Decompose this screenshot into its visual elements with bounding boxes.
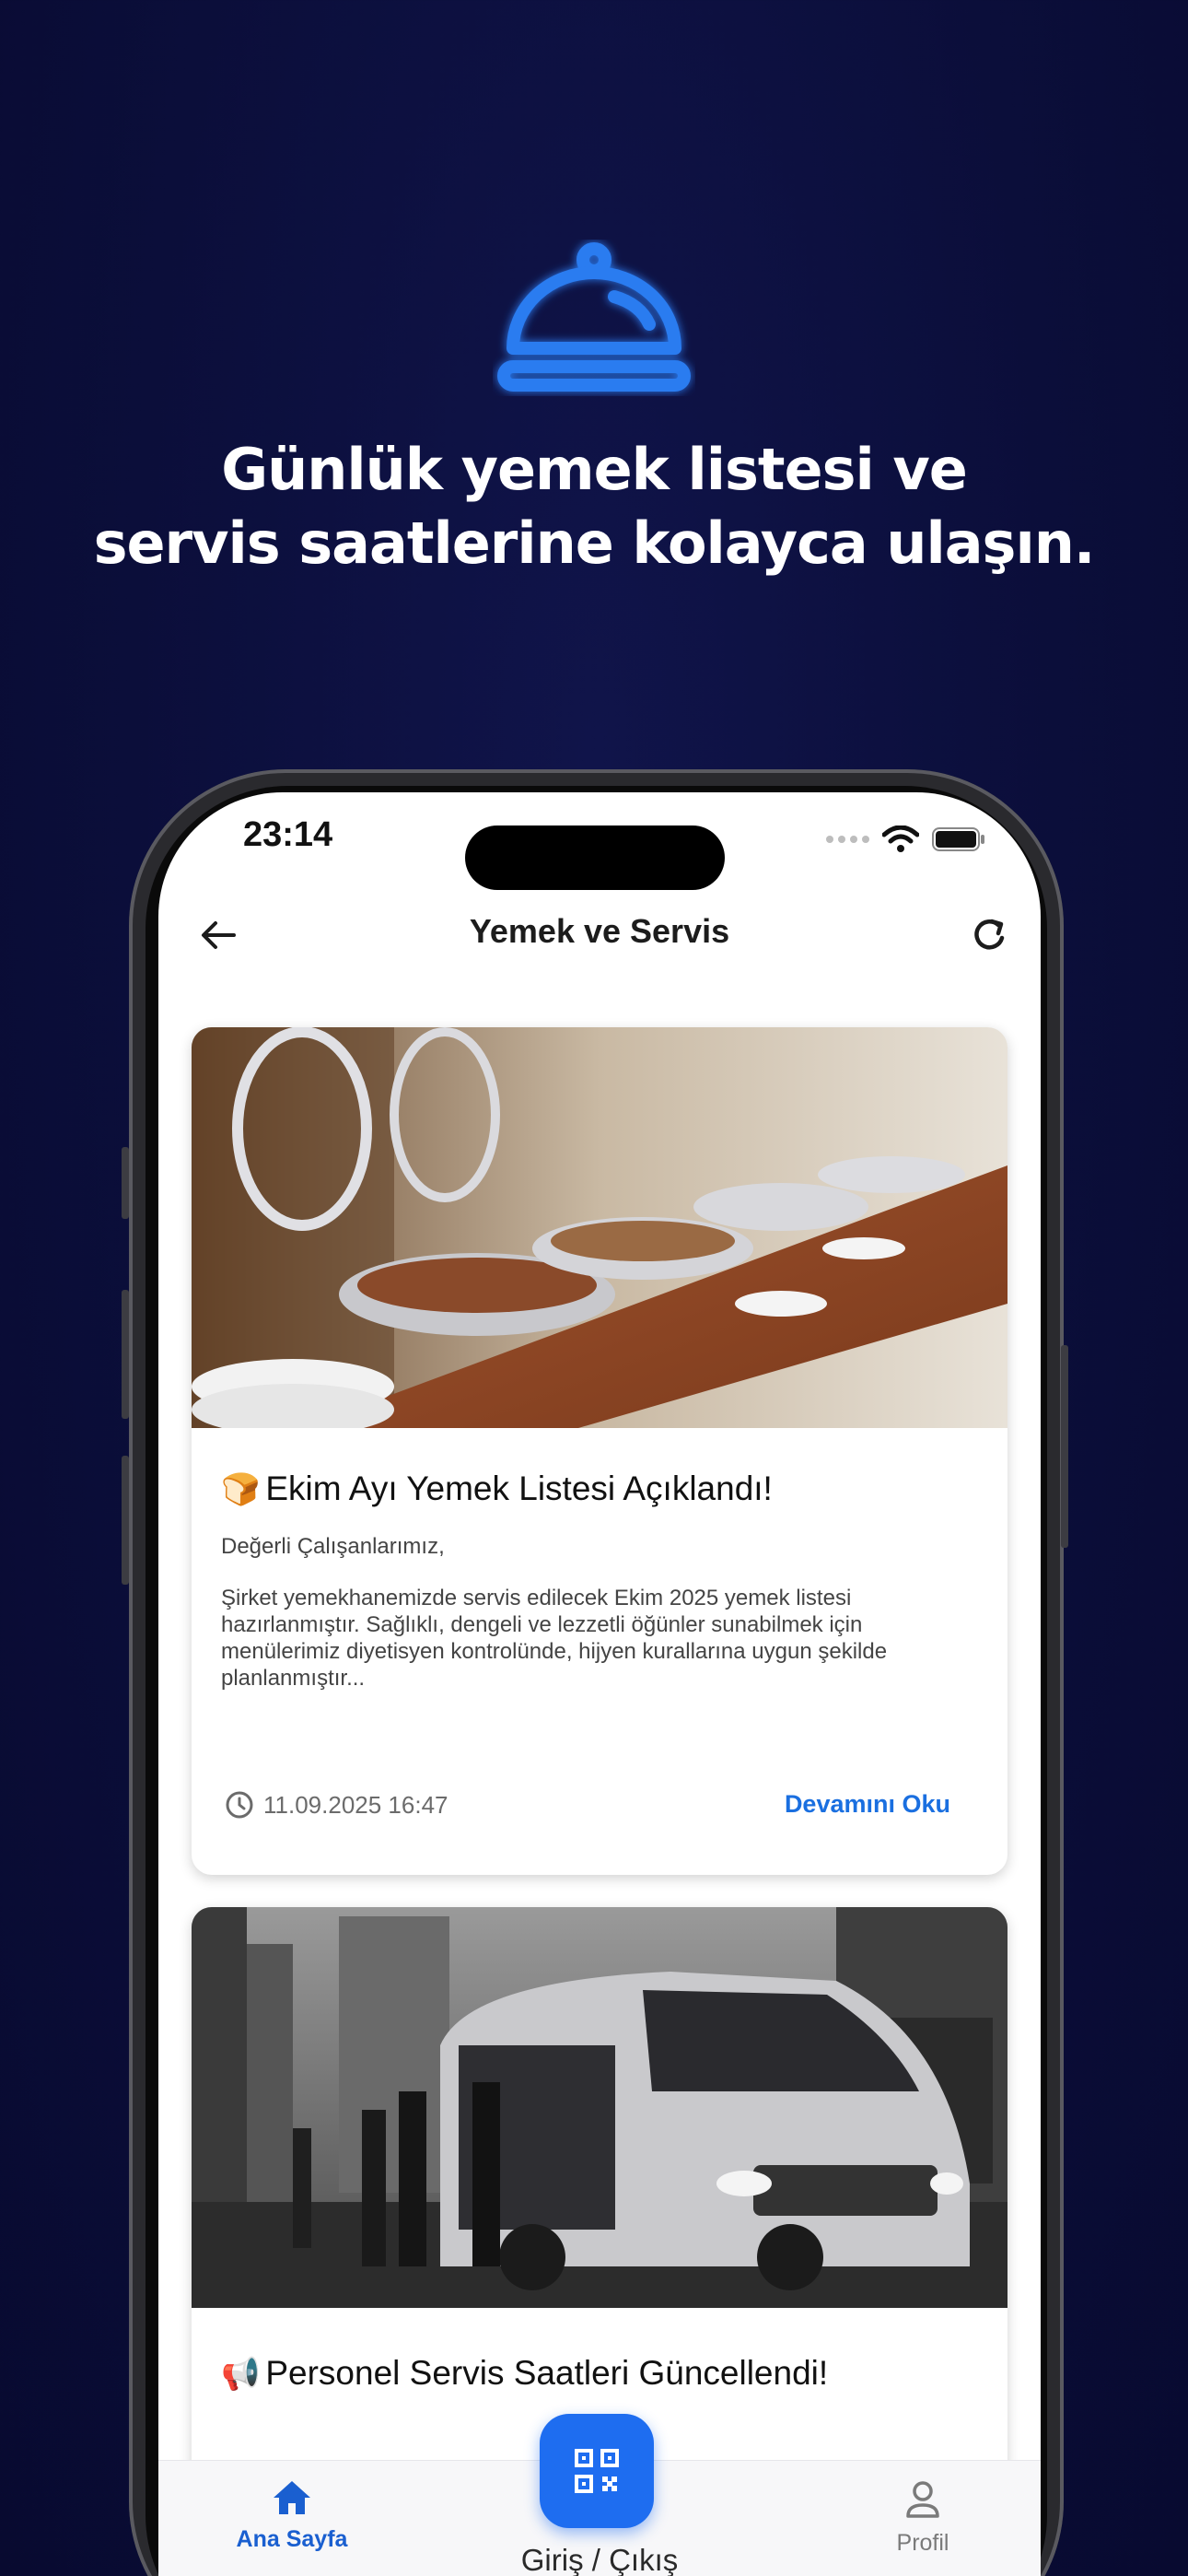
card-date-text: 11.09.2025 16:47	[263, 1790, 448, 1819]
app-screen: 23:14 Yemek ve Servis 🍞 Ekim Ayı Yemek L…	[158, 792, 1041, 2576]
qr-code-icon	[575, 2449, 619, 2493]
card-date: 11.09.2025 16:47	[225, 1790, 448, 1820]
home-icon	[274, 2481, 310, 2514]
card-excerpt: Şirket yemekhanemizde servis edilecek Ek…	[221, 1586, 888, 1691]
headline: Günlük yemek listesi ve servis saatlerin…	[0, 433, 1188, 580]
side-button	[122, 1290, 129, 1419]
headline-line-2: servis saatlerine kolayca ulaşın.	[93, 509, 1096, 577]
card-title-text: Ekim Ayı Yemek Listesi Açıklandı!	[265, 1469, 773, 1507]
refresh-icon[interactable]	[967, 912, 1013, 958]
side-button	[122, 1147, 129, 1219]
shuttle-van-photo	[192, 1907, 1007, 2308]
tab-home[interactable]: Ana Sayfa	[214, 2479, 370, 2553]
cellular-signal-icon	[826, 836, 869, 843]
news-card[interactable]: 🍞 Ekim Ayı Yemek Listesi Açıklandı! Değer…	[192, 1027, 1007, 1875]
read-more-link[interactable]: Devamını Oku	[785, 1790, 950, 1819]
buffet-photo	[192, 1027, 1007, 1435]
dynamic-island	[465, 825, 725, 890]
card-greeting: Değerli Çalışanlarımız,	[221, 1534, 445, 1559]
battery-icon	[932, 827, 984, 851]
status-time: 23:14	[243, 815, 333, 854]
wifi-icon	[882, 825, 919, 852]
card-title: 🍞 Ekim Ayı Yemek Listesi Açıklandı!	[221, 1469, 773, 1508]
status-icons	[826, 825, 985, 853]
side-button	[1061, 1345, 1068, 1548]
bread-icon: 🍞	[221, 1472, 261, 1507]
clock-icon	[226, 1791, 253, 1819]
person-icon	[906, 2481, 939, 2518]
page-title: Yemek ve Servis	[469, 912, 730, 950]
card-title-text: Personel Servis Saatleri Güncellendi!	[265, 2354, 829, 2392]
card-title: 📢 Personel Servis Saatleri Güncellendi!	[221, 2354, 828, 2393]
food-cloche-icon	[497, 242, 691, 392]
side-button	[122, 1456, 129, 1585]
tab-checkin-label[interactable]: Giriş / Çıkış	[158, 2543, 1041, 2576]
megaphone-icon: 📢	[221, 2357, 261, 2392]
qr-scan-button[interactable]	[540, 2414, 654, 2528]
headline-line-1: Günlük yemek listesi ve	[221, 436, 968, 503]
